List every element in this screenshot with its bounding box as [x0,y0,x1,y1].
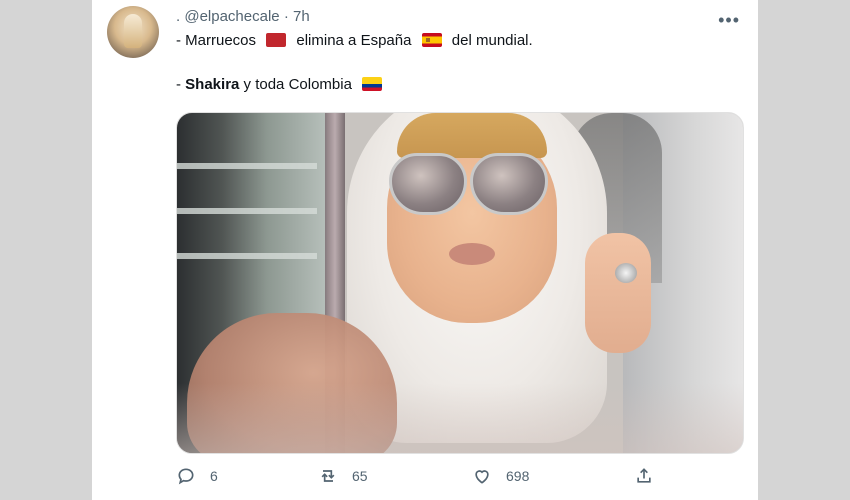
retweet-count: 65 [352,468,368,484]
like-button[interactable]: 698 [472,466,529,486]
tweet-card[interactable]: . @elpachecale · 7h ••• - Marruecos elim… [92,0,758,500]
lips [449,243,495,265]
hair [397,113,547,158]
photo-shading [177,383,743,453]
sunglasses-left-lens [389,153,467,215]
shelf [177,208,317,214]
tweet-media-photo[interactable] [176,112,744,454]
tweet-actions: 6 65 698 [176,466,742,494]
tweet-text-line-2: - Shakira y toda Colombia [176,76,388,93]
display-name[interactable]: . [176,8,180,25]
morocco-flag-icon [266,33,287,47]
ring [615,263,637,283]
reply-count: 6 [210,468,218,484]
left-margin [0,0,92,500]
tweet-header: . @elpachecale · 7h [176,8,310,25]
user-handle[interactable]: @elpachecale [184,8,279,25]
retweet-icon [321,470,335,482]
text-fragment: - [176,76,186,93]
text-fragment: - Marruecos [176,32,257,49]
retweet-button[interactable]: 65 [318,466,368,486]
shelf [177,163,317,169]
hand-right [585,233,651,353]
tweet-text-line-1: - Marruecos elimina a España del mundial… [176,32,533,49]
like-count: 698 [506,468,530,484]
avatar-figure [124,14,142,48]
shelf [177,253,317,259]
timestamp[interactable]: 7h [293,8,310,25]
reply-button[interactable]: 6 [176,466,218,486]
text-fragment: y toda Colombia [239,76,352,93]
avatar[interactable] [107,6,159,58]
text-fragment: del mundial. [451,32,533,49]
heart-icon [475,470,489,484]
share-button[interactable] [634,466,668,486]
bold-name: Shakira [185,76,240,93]
colombia-flag-icon [362,77,383,91]
share-icon [637,468,651,483]
spain-flag-icon [421,33,442,47]
more-options-icon[interactable]: ••• [718,10,740,31]
reply-icon [178,468,194,485]
text-fragment: elimina a España [296,32,412,49]
right-margin [758,0,850,500]
sunglasses-right-lens [470,153,548,215]
